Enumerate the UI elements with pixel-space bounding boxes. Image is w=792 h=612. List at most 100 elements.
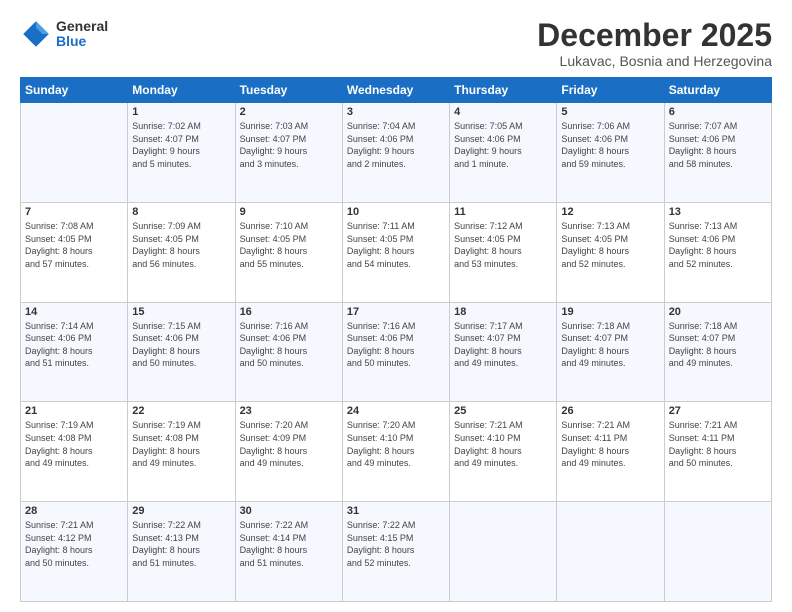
day-number: 22 — [132, 405, 230, 417]
day-info: Sunrise: 7:07 AM Sunset: 4:06 PM Dayligh… — [669, 120, 767, 170]
calendar-cell: 23 Sunrise: 7:20 AM Sunset: 4:09 PM Dayli… — [235, 402, 342, 502]
subtitle: Lukavac, Bosnia and Herzegovina — [537, 53, 772, 69]
calendar-cell: 10Sunrise: 7:11 AM Sunset: 4:05 PM Dayli… — [342, 202, 449, 302]
day-number: 21 — [25, 405, 123, 417]
page: General Blue December 2025 Lukavac, Bosn… — [0, 0, 792, 612]
calendar-cell: 15Sunrise: 7:15 AM Sunset: 4:06 PM Dayli… — [128, 302, 235, 402]
calendar-week-row: 21 Sunrise: 7:19 AM Sunset: 4:08 PM Dayli… — [21, 402, 772, 502]
calendar-day-header: Tuesday — [235, 78, 342, 103]
logo-icon — [20, 18, 52, 50]
day-info: Sunrise: 7:22 AM Sunset: 4:13 PM Dayligh… — [132, 519, 230, 569]
day-number: 9 — [240, 206, 338, 218]
calendar-week-row: 28 Sunrise: 7:21 AM Sunset: 4:12 PM Dayli… — [21, 502, 772, 602]
day-number: 28 — [25, 505, 123, 517]
day-number: 8 — [132, 206, 230, 218]
day-number: 20 — [669, 306, 767, 318]
calendar-cell: 9 Sunrise: 7:10 AM Sunset: 4:05 PM Daylig… — [235, 202, 342, 302]
day-info: Sunrise: 7:08 AM Sunset: 4:05 PM Dayligh… — [25, 220, 123, 270]
calendar-day-header: Thursday — [450, 78, 557, 103]
day-number: 26 — [561, 405, 659, 417]
calendar-cell: 6 Sunrise: 7:07 AM Sunset: 4:06 PM Daylig… — [664, 103, 771, 203]
logo-blue-text: Blue — [56, 34, 108, 49]
day-info: Sunrise: 7:10 AM Sunset: 4:05 PM Dayligh… — [240, 220, 338, 270]
calendar-week-row: 7 Sunrise: 7:08 AM Sunset: 4:05 PM Daylig… — [21, 202, 772, 302]
calendar-cell: 21 Sunrise: 7:19 AM Sunset: 4:08 PM Dayli… — [21, 402, 128, 502]
calendar-cell: 30 Sunrise: 7:22 AM Sunset: 4:14 PM Dayli… — [235, 502, 342, 602]
day-info: Sunrise: 7:03 AM Sunset: 4:07 PM Dayligh… — [240, 120, 338, 170]
calendar-cell: 14Sunrise: 7:14 AM Sunset: 4:06 PM Dayli… — [21, 302, 128, 402]
calendar-cell: 8 Sunrise: 7:09 AM Sunset: 4:05 PM Daylig… — [128, 202, 235, 302]
day-info: Sunrise: 7:21 AM Sunset: 4:10 PM Dayligh… — [454, 419, 552, 469]
calendar-cell: 7 Sunrise: 7:08 AM Sunset: 4:05 PM Daylig… — [21, 202, 128, 302]
day-number: 7 — [25, 206, 123, 218]
logo: General Blue — [20, 18, 108, 50]
day-number: 5 — [561, 106, 659, 118]
calendar-cell: 27 Sunrise: 7:21 AM Sunset: 4:11 PM Dayli… — [664, 402, 771, 502]
calendar-cell: 13 Sunrise: 7:13 AM Sunset: 4:06 PM Dayli… — [664, 202, 771, 302]
logo-text: General Blue — [56, 19, 108, 50]
day-info: Sunrise: 7:21 AM Sunset: 4:11 PM Dayligh… — [669, 419, 767, 469]
day-info: Sunrise: 7:02 AM Sunset: 4:07 PM Dayligh… — [132, 120, 230, 170]
day-number: 23 — [240, 405, 338, 417]
calendar-cell: 12Sunrise: 7:13 AM Sunset: 4:05 PM Dayli… — [557, 202, 664, 302]
day-number: 25 — [454, 405, 552, 417]
day-info: Sunrise: 7:12 AM Sunset: 4:05 PM Dayligh… — [454, 220, 552, 270]
calendar-cell — [557, 502, 664, 602]
calendar-cell: 17 Sunrise: 7:16 AM Sunset: 4:06 PM Dayli… — [342, 302, 449, 402]
calendar-week-row: 1 Sunrise: 7:02 AM Sunset: 4:07 PM Daylig… — [21, 103, 772, 203]
calendar-cell: 1 Sunrise: 7:02 AM Sunset: 4:07 PM Daylig… — [128, 103, 235, 203]
day-info: Sunrise: 7:17 AM Sunset: 4:07 PM Dayligh… — [454, 320, 552, 370]
day-info: Sunrise: 7:09 AM Sunset: 4:05 PM Dayligh… — [132, 220, 230, 270]
day-number: 18 — [454, 306, 552, 318]
day-number: 27 — [669, 405, 767, 417]
day-number: 30 — [240, 505, 338, 517]
day-info: Sunrise: 7:05 AM Sunset: 4:06 PM Dayligh… — [454, 120, 552, 170]
calendar-cell — [450, 502, 557, 602]
day-info: Sunrise: 7:18 AM Sunset: 4:07 PM Dayligh… — [561, 320, 659, 370]
day-info: Sunrise: 7:13 AM Sunset: 4:06 PM Dayligh… — [669, 220, 767, 270]
calendar-cell: 18 Sunrise: 7:17 AM Sunset: 4:07 PM Dayli… — [450, 302, 557, 402]
day-info: Sunrise: 7:16 AM Sunset: 4:06 PM Dayligh… — [347, 320, 445, 370]
day-info: Sunrise: 7:21 AM Sunset: 4:12 PM Dayligh… — [25, 519, 123, 569]
calendar-cell — [664, 502, 771, 602]
day-number: 29 — [132, 505, 230, 517]
title-block: December 2025 Lukavac, Bosnia and Herzeg… — [537, 18, 772, 69]
day-number: 1 — [132, 106, 230, 118]
day-number: 2 — [240, 106, 338, 118]
calendar-cell: 19Sunrise: 7:18 AM Sunset: 4:07 PM Dayli… — [557, 302, 664, 402]
day-info: Sunrise: 7:04 AM Sunset: 4:06 PM Dayligh… — [347, 120, 445, 170]
calendar-cell: 24 Sunrise: 7:20 AM Sunset: 4:10 PM Dayli… — [342, 402, 449, 502]
calendar-cell: 31Sunrise: 7:22 AM Sunset: 4:15 PM Dayli… — [342, 502, 449, 602]
day-number: 14 — [25, 306, 123, 318]
calendar-day-header: Saturday — [664, 78, 771, 103]
day-number: 31 — [347, 505, 445, 517]
calendar-day-header: Wednesday — [342, 78, 449, 103]
calendar-cell: 5 Sunrise: 7:06 AM Sunset: 4:06 PM Daylig… — [557, 103, 664, 203]
day-number: 24 — [347, 405, 445, 417]
calendar-cell: 4Sunrise: 7:05 AM Sunset: 4:06 PM Daylig… — [450, 103, 557, 203]
day-number: 16 — [240, 306, 338, 318]
day-number: 15 — [132, 306, 230, 318]
calendar-cell: 3Sunrise: 7:04 AM Sunset: 4:06 PM Daylig… — [342, 103, 449, 203]
header: General Blue December 2025 Lukavac, Bosn… — [20, 18, 772, 69]
calendar-cell: 11Sunrise: 7:12 AM Sunset: 4:05 PM Dayli… — [450, 202, 557, 302]
day-info: Sunrise: 7:20 AM Sunset: 4:09 PM Dayligh… — [240, 419, 338, 469]
calendar-cell: 25 Sunrise: 7:21 AM Sunset: 4:10 PM Dayli… — [450, 402, 557, 502]
day-info: Sunrise: 7:20 AM Sunset: 4:10 PM Dayligh… — [347, 419, 445, 469]
calendar-cell: 16Sunrise: 7:16 AM Sunset: 4:06 PM Dayli… — [235, 302, 342, 402]
calendar-day-header: Friday — [557, 78, 664, 103]
calendar-cell: 28 Sunrise: 7:21 AM Sunset: 4:12 PM Dayli… — [21, 502, 128, 602]
day-number: 13 — [669, 206, 767, 218]
day-number: 6 — [669, 106, 767, 118]
calendar-cell: 29 Sunrise: 7:22 AM Sunset: 4:13 PM Dayli… — [128, 502, 235, 602]
calendar-week-row: 14Sunrise: 7:14 AM Sunset: 4:06 PM Dayli… — [21, 302, 772, 402]
day-info: Sunrise: 7:22 AM Sunset: 4:14 PM Dayligh… — [240, 519, 338, 569]
day-info: Sunrise: 7:06 AM Sunset: 4:06 PM Dayligh… — [561, 120, 659, 170]
calendar-day-header: Sunday — [21, 78, 128, 103]
calendar-header-row: SundayMondayTuesdayWednesdayThursdayFrid… — [21, 78, 772, 103]
day-info: Sunrise: 7:19 AM Sunset: 4:08 PM Dayligh… — [25, 419, 123, 469]
calendar-cell — [21, 103, 128, 203]
day-info: Sunrise: 7:21 AM Sunset: 4:11 PM Dayligh… — [561, 419, 659, 469]
day-info: Sunrise: 7:18 AM Sunset: 4:07 PM Dayligh… — [669, 320, 767, 370]
day-number: 17 — [347, 306, 445, 318]
